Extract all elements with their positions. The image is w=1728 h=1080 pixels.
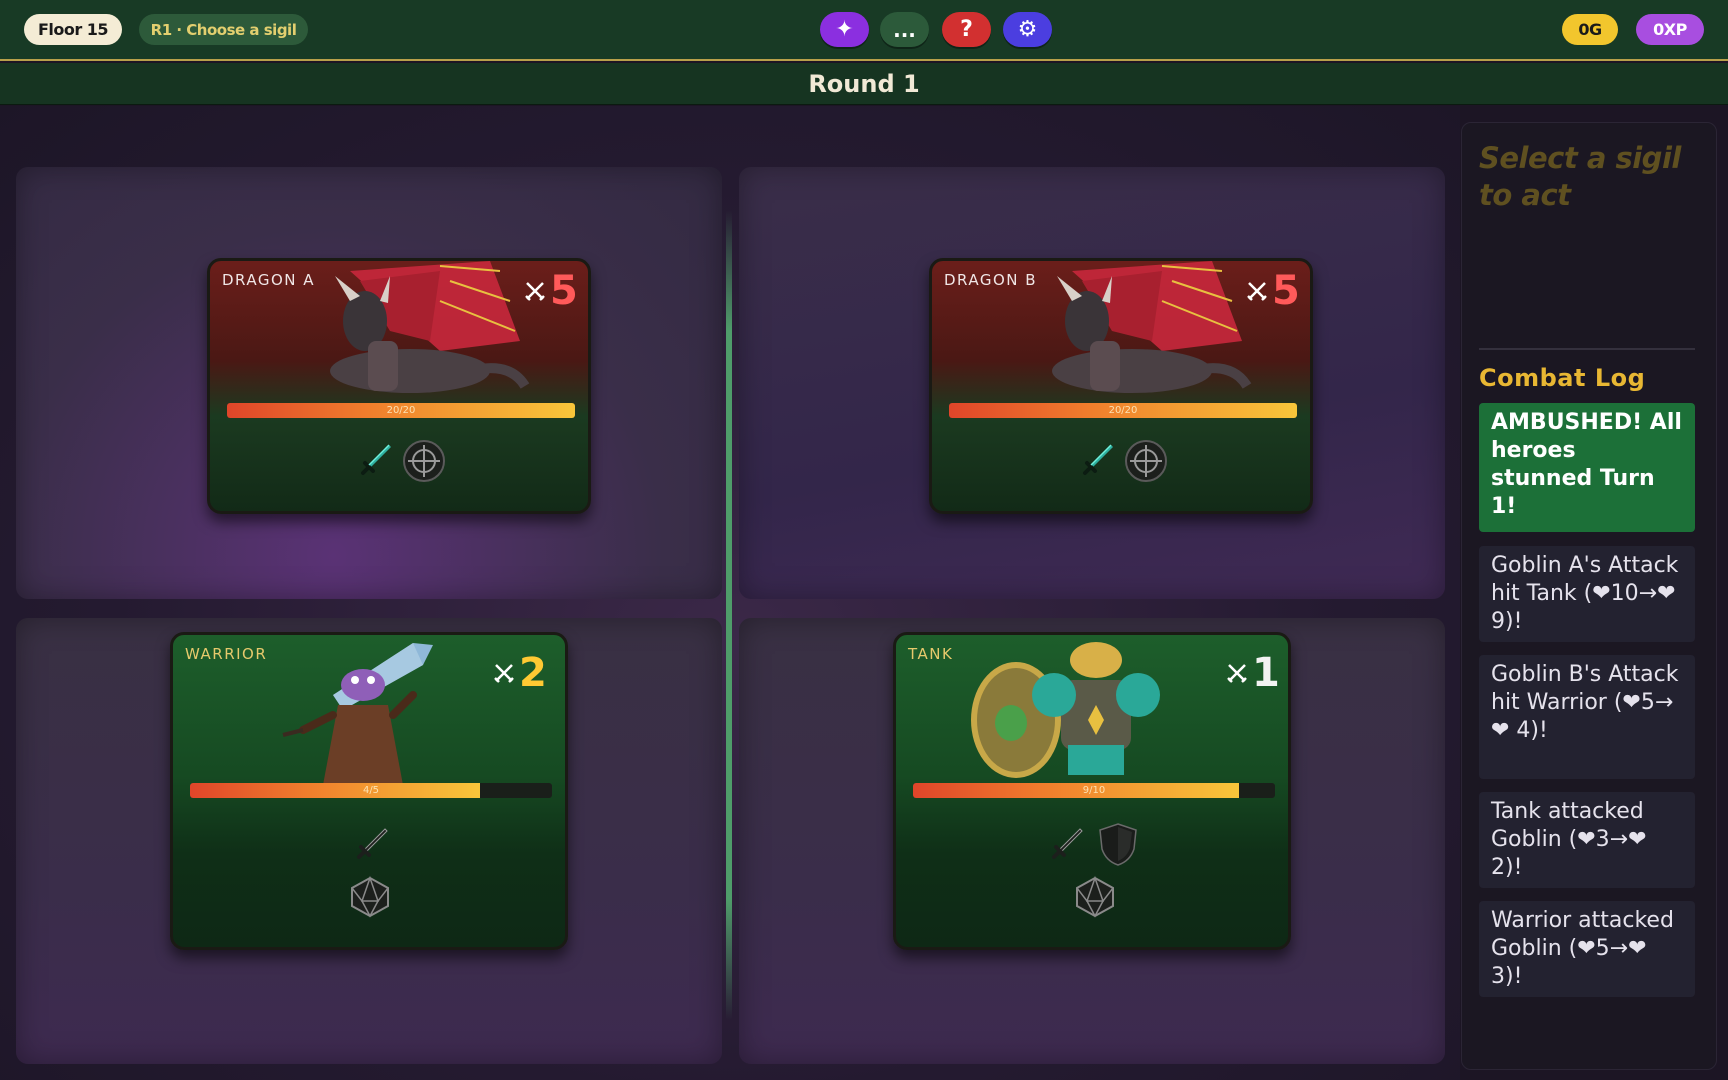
log-entry: AMBUSHED! All heroes stunned Turn 1! [1479,403,1695,532]
hp-text: 4/5 [362,785,380,796]
phase-badge: R1 · Choose a sigil [139,14,308,45]
d20-icon[interactable] [348,875,392,919]
crossed-swords-icon [525,282,545,301]
hp-text: 20/20 [1108,405,1138,416]
board-divider [726,210,732,1020]
sword-icon[interactable] [1046,825,1086,865]
enemy-card-dragon-b[interactable]: DRAGON B 5 20/20 [929,258,1313,514]
crossed-swords-icon [1247,282,1267,301]
log-entry: Warrior attacked Goblin (❤5→❤ 3)! [1479,901,1695,997]
dragon-portrait [1052,261,1252,393]
sparkle-icon: ✦ [835,17,854,42]
more-button[interactable]: ... [880,12,929,47]
floor-badge: Floor 15 [24,14,122,45]
card-name: DRAGON B [944,271,1038,289]
card-name: TANK [908,645,954,663]
log-entry: Goblin B's Attack hit Warrior (❤5→❤ 4)! [1479,655,1695,779]
d20-icon[interactable] [1073,875,1117,919]
sword-icon[interactable] [351,825,391,865]
hp-text: 9/10 [1082,785,1106,796]
card-name: WARRIOR [185,645,268,663]
log-entry: Goblin A's Attack hit Tank (❤10→❤9)! [1479,546,1695,642]
tank-portrait [971,642,1160,778]
gear-icon: ⚙ [1017,17,1038,42]
gold-badge: 0G [1562,14,1618,45]
xp-badge: 0XP [1636,14,1704,45]
dragon-portrait [330,261,530,393]
attack-value: 5 [550,268,578,314]
action-prompt: Select a sigil to act [1479,141,1681,212]
sparkle-button[interactable]: ✦ [820,12,869,47]
question-icon: ? [960,17,973,42]
hp-bar: 20/20 [227,403,575,418]
panel-divider [1479,348,1695,350]
shield-icon[interactable] [1096,821,1140,867]
log-entry: Tank attacked Goblin (❤3→❤ 2)! [1479,792,1695,888]
round-indicator: Round 1 [0,63,1728,105]
top-bar: Floor 15 R1 · Choose a sigil ✦ ... ? ⚙ 0… [0,0,1728,61]
crossed-swords-icon [1227,664,1247,683]
attack-value: 5 [1272,268,1300,314]
attack-stat: 5 [524,271,578,311]
warrior-portrait [282,643,433,785]
more-icon: ... [893,17,916,42]
enemy-card-dragon-a[interactable]: DRAGON A 5 20/20 [207,258,591,514]
attack-stat: 2 [493,653,547,693]
target-icon[interactable] [1124,439,1168,483]
help-button[interactable]: ? [942,12,991,47]
hp-bar: 9/10 [913,783,1275,798]
card-name: DRAGON A [222,271,316,289]
hp-text: 20/20 [386,405,416,416]
hero-card-warrior[interactable]: WARRIOR 2 4/5 [170,632,568,950]
hp-bar: 4/5 [190,783,552,798]
hp-bar: 20/20 [949,403,1297,418]
attack-value: 1 [1252,650,1280,696]
attack-stat: 5 [1246,271,1300,311]
hero-card-tank[interactable]: TANK 1 9/10 [893,632,1291,950]
combat-log-title: Combat Log [1479,364,1646,392]
target-icon[interactable] [402,439,446,483]
attack-stat: 1 [1226,653,1280,693]
sword-icon[interactable] [1077,441,1117,481]
settings-button[interactable]: ⚙ [1003,12,1052,47]
sword-icon[interactable] [355,441,395,481]
attack-value: 2 [519,650,547,696]
crossed-swords-icon [494,664,514,683]
